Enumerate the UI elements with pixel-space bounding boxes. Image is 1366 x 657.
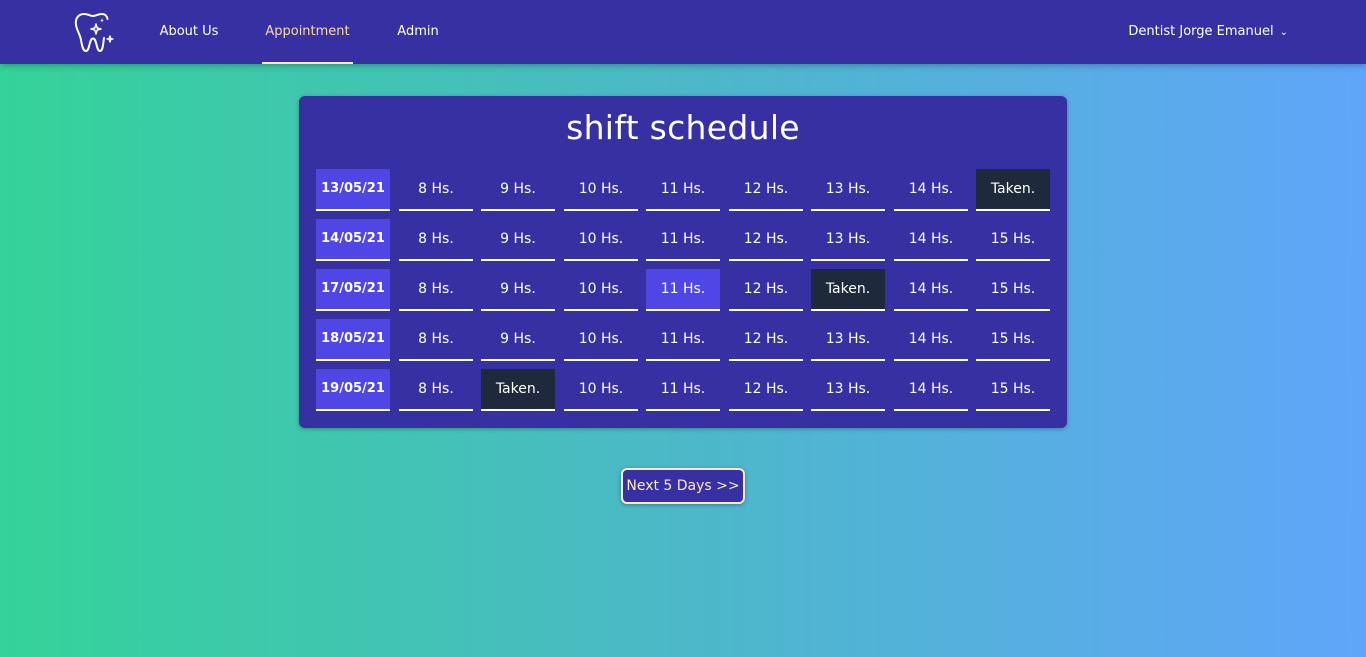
next-5-days-button[interactable]: Next 5 Days >> [621, 468, 745, 504]
time-slot[interactable]: 13 Hs. [811, 369, 885, 411]
date-cell: 13/05/21 [316, 169, 390, 211]
time-slot[interactable]: 14 Hs. [894, 269, 968, 311]
time-slot[interactable]: 10 Hs. [564, 219, 638, 261]
time-slot[interactable]: 9 Hs. [481, 169, 555, 211]
time-slot[interactable]: 10 Hs. [564, 369, 638, 411]
nav-link-about-us[interactable]: About Us [155, 0, 223, 64]
time-slot[interactable]: 11 Hs. [646, 319, 720, 361]
time-slot[interactable]: 15 Hs. [976, 269, 1050, 311]
time-slot[interactable]: 12 Hs. [729, 169, 803, 211]
time-slot[interactable]: 8 Hs. [399, 269, 473, 311]
time-slot-taken: Taken. [976, 169, 1050, 211]
nav-link-admin[interactable]: Admin [393, 0, 443, 64]
time-slot[interactable]: 12 Hs. [729, 369, 803, 411]
time-slot[interactable]: 10 Hs. [564, 269, 638, 311]
time-slot[interactable]: 11 Hs. [646, 169, 720, 211]
time-slot[interactable]: 13 Hs. [811, 319, 885, 361]
shift-schedule-card: shift schedule 13/05/21 8 Hs. 9 Hs. 10 Hs. 1… [299, 96, 1067, 428]
time-slot[interactable]: 8 Hs. [399, 319, 473, 361]
time-slot[interactable]: 9 Hs. [481, 269, 555, 311]
time-slot[interactable]: 12 Hs. [729, 269, 803, 311]
time-slot[interactable]: 9 Hs. [481, 219, 555, 261]
time-slot[interactable]: 14 Hs. [894, 319, 968, 361]
time-slot-selected[interactable]: 11 Hs. [646, 269, 720, 311]
time-slot[interactable]: 11 Hs. [646, 369, 720, 411]
user-name: Dentist Jorge Emanuel [1128, 24, 1274, 39]
time-slot[interactable]: 8 Hs. [399, 369, 473, 411]
time-slot[interactable]: 15 Hs. [976, 219, 1050, 261]
date-cell: 14/05/21 [316, 219, 390, 261]
chevron-down-icon: ⌄ [1279, 27, 1288, 38]
tooth-sparkle-icon[interactable] [72, 10, 118, 54]
time-slot[interactable]: 8 Hs. [399, 169, 473, 211]
time-slot[interactable]: 8 Hs. [399, 219, 473, 261]
time-slot-taken: Taken. [811, 269, 885, 311]
time-slot[interactable]: 13 Hs. [811, 219, 885, 261]
time-slot[interactable]: 14 Hs. [894, 369, 968, 411]
time-slot[interactable]: 14 Hs. [894, 169, 968, 211]
time-slot-taken: Taken. [481, 369, 555, 411]
date-cell: 18/05/21 [316, 319, 390, 361]
nav-link-appointment[interactable]: Appointment [262, 0, 353, 64]
date-cell: 19/05/21 [316, 369, 390, 411]
time-slot[interactable]: 12 Hs. [729, 319, 803, 361]
time-slot[interactable]: 9 Hs. [481, 319, 555, 361]
time-slot[interactable]: 15 Hs. [976, 319, 1050, 361]
date-cell: 17/05/21 [316, 269, 390, 311]
time-slot[interactable]: 13 Hs. [811, 169, 885, 211]
time-slot[interactable]: 10 Hs. [564, 169, 638, 211]
page-title: shift schedule [566, 108, 800, 147]
user-menu[interactable]: Dentist Jorge Emanuel ⌄ [1128, 0, 1288, 64]
time-slot[interactable]: 14 Hs. [894, 219, 968, 261]
time-slot[interactable]: 12 Hs. [729, 219, 803, 261]
time-slot[interactable]: 11 Hs. [646, 219, 720, 261]
time-slot[interactable]: 15 Hs. [976, 369, 1050, 411]
top-navbar: About Us Appointment Admin Dentist Jorge… [0, 0, 1366, 64]
time-slot[interactable]: 10 Hs. [564, 319, 638, 361]
